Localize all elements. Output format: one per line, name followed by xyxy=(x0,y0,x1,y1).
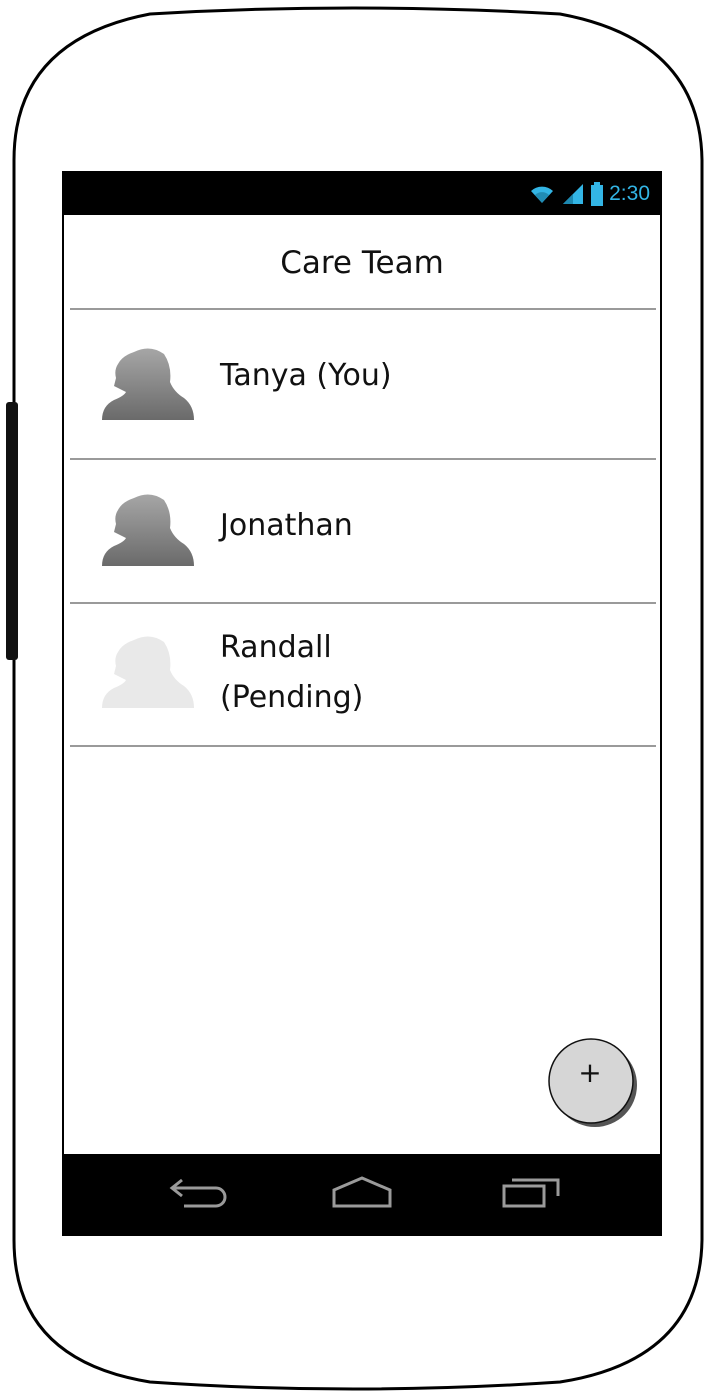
recent-apps-icon xyxy=(502,1178,560,1208)
phone-screen: 2:30 Care Team Tanya (You) Jonathan Rand… xyxy=(62,171,662,1236)
signal-icon xyxy=(563,184,584,204)
navigation-bar xyxy=(64,1154,660,1234)
back-button[interactable] xyxy=(160,1168,240,1218)
home-icon xyxy=(332,1176,392,1208)
status-bar: 2:30 xyxy=(64,173,660,215)
member-name: Tanya (You) xyxy=(220,358,392,393)
title-bar: Care Team xyxy=(64,215,660,307)
add-icon: + xyxy=(578,1056,602,1089)
member-pending-status: (Pending) xyxy=(220,680,364,715)
back-icon xyxy=(169,1178,227,1208)
add-member-button[interactable]: + xyxy=(548,1038,637,1127)
person-avatar-icon xyxy=(102,494,194,566)
side-power-button[interactable] xyxy=(6,402,18,660)
person-avatar-pending-icon xyxy=(102,636,194,708)
person-avatar-icon xyxy=(102,348,194,420)
status-time: 2:30 xyxy=(609,182,650,205)
home-button[interactable] xyxy=(322,1168,402,1218)
member-list-item[interactable]: Jonathan xyxy=(64,460,660,602)
phone-device: 2:30 Care Team Tanya (You) Jonathan Rand… xyxy=(0,0,705,1396)
member-list-item[interactable]: Tanya (You) xyxy=(64,310,660,458)
page-title: Care Team xyxy=(280,245,444,281)
member-name: Randall xyxy=(220,630,332,665)
wifi-icon xyxy=(531,186,554,203)
recent-apps-button[interactable] xyxy=(492,1168,572,1218)
divider xyxy=(70,745,656,747)
battery-icon xyxy=(591,182,604,206)
member-name: Jonathan xyxy=(220,508,353,543)
member-list-item[interactable]: Randall (Pending) xyxy=(64,604,660,746)
